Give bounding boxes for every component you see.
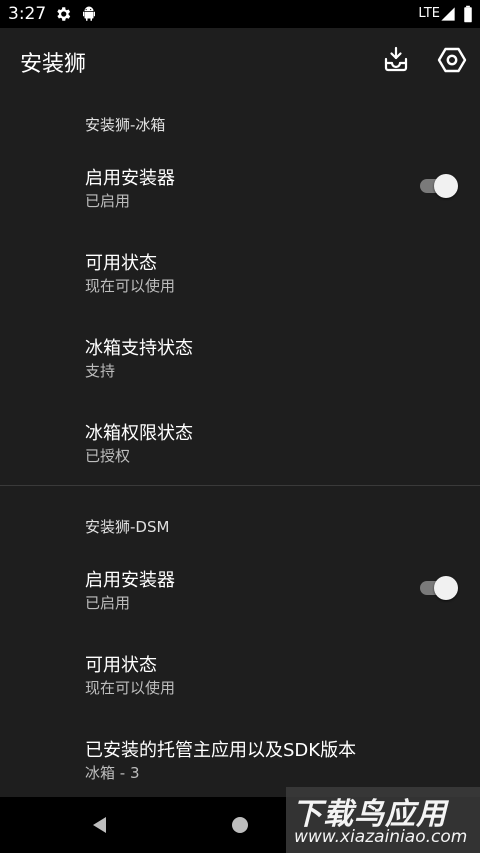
pref-summary: 已启用: [85, 594, 131, 612]
section-header-dsm: 安装狮-DSM: [85, 518, 170, 536]
watermark-logo: 下载鸟应用 www.xiazainiao.com: [286, 787, 480, 853]
pref-enable-installer-fridge[interactable]: 启用安装器 已启用: [0, 164, 480, 224]
switch-thumb: [434, 174, 458, 198]
section-header-fridge: 安装狮-冰箱: [85, 116, 166, 134]
app-bar: 安装狮: [0, 28, 480, 92]
status-time: 3:27: [8, 4, 47, 24]
pref-summary: 已授权: [85, 447, 131, 465]
pref-fridge-support[interactable]: 冰箱支持状态 支持: [0, 334, 480, 394]
pref-availability-dsm[interactable]: 可用状态 现在可以使用: [0, 651, 480, 711]
status-bar: 3:27 LTE: [0, 0, 480, 28]
switch-thumb: [434, 576, 458, 600]
pref-title: 冰箱支持状态: [85, 338, 193, 359]
pref-summary: 现在可以使用: [85, 277, 176, 295]
battery-icon: [464, 5, 472, 23]
settings-hex-icon[interactable]: [434, 42, 470, 78]
app-title: 安装狮: [20, 52, 87, 77]
pref-title: 已安装的托管主应用以及SDK版本: [85, 740, 357, 761]
pref-summary: 支持: [85, 362, 116, 380]
preference-list: 安装狮-冰箱 启用安装器 已启用 可用状态 现在可以使用 冰箱支持状态 支持 冰…: [0, 92, 480, 797]
pref-summary: 已启用: [85, 192, 131, 210]
pref-title: 启用安装器: [85, 570, 175, 591]
install-icon[interactable]: [378, 42, 414, 78]
pref-fridge-permission[interactable]: 冰箱权限状态 已授权: [0, 419, 480, 479]
pref-enable-installer-dsm[interactable]: 启用安装器 已启用: [0, 566, 480, 626]
gear-icon: [57, 7, 71, 21]
pref-title: 可用状态: [85, 253, 157, 274]
watermark-url: www.xiazainiao.com: [294, 827, 468, 847]
pref-title: 可用状态: [85, 655, 157, 676]
pref-summary: 现在可以使用: [85, 679, 176, 697]
network-type: LTE: [418, 6, 440, 21]
pref-availability-fridge[interactable]: 可用状态 现在可以使用: [0, 249, 480, 309]
android-icon: [83, 6, 95, 21]
pref-summary: 冰箱 - 3: [85, 764, 140, 782]
pref-title: 启用安装器: [85, 168, 175, 189]
enable-installer-switch[interactable]: [420, 173, 458, 198]
section-divider: [0, 485, 480, 486]
home-icon[interactable]: [228, 813, 252, 837]
back-icon[interactable]: [88, 813, 112, 837]
signal-icon: [441, 7, 455, 21]
pref-title: 冰箱权限状态: [85, 423, 193, 444]
enable-installer-switch[interactable]: [420, 575, 458, 600]
